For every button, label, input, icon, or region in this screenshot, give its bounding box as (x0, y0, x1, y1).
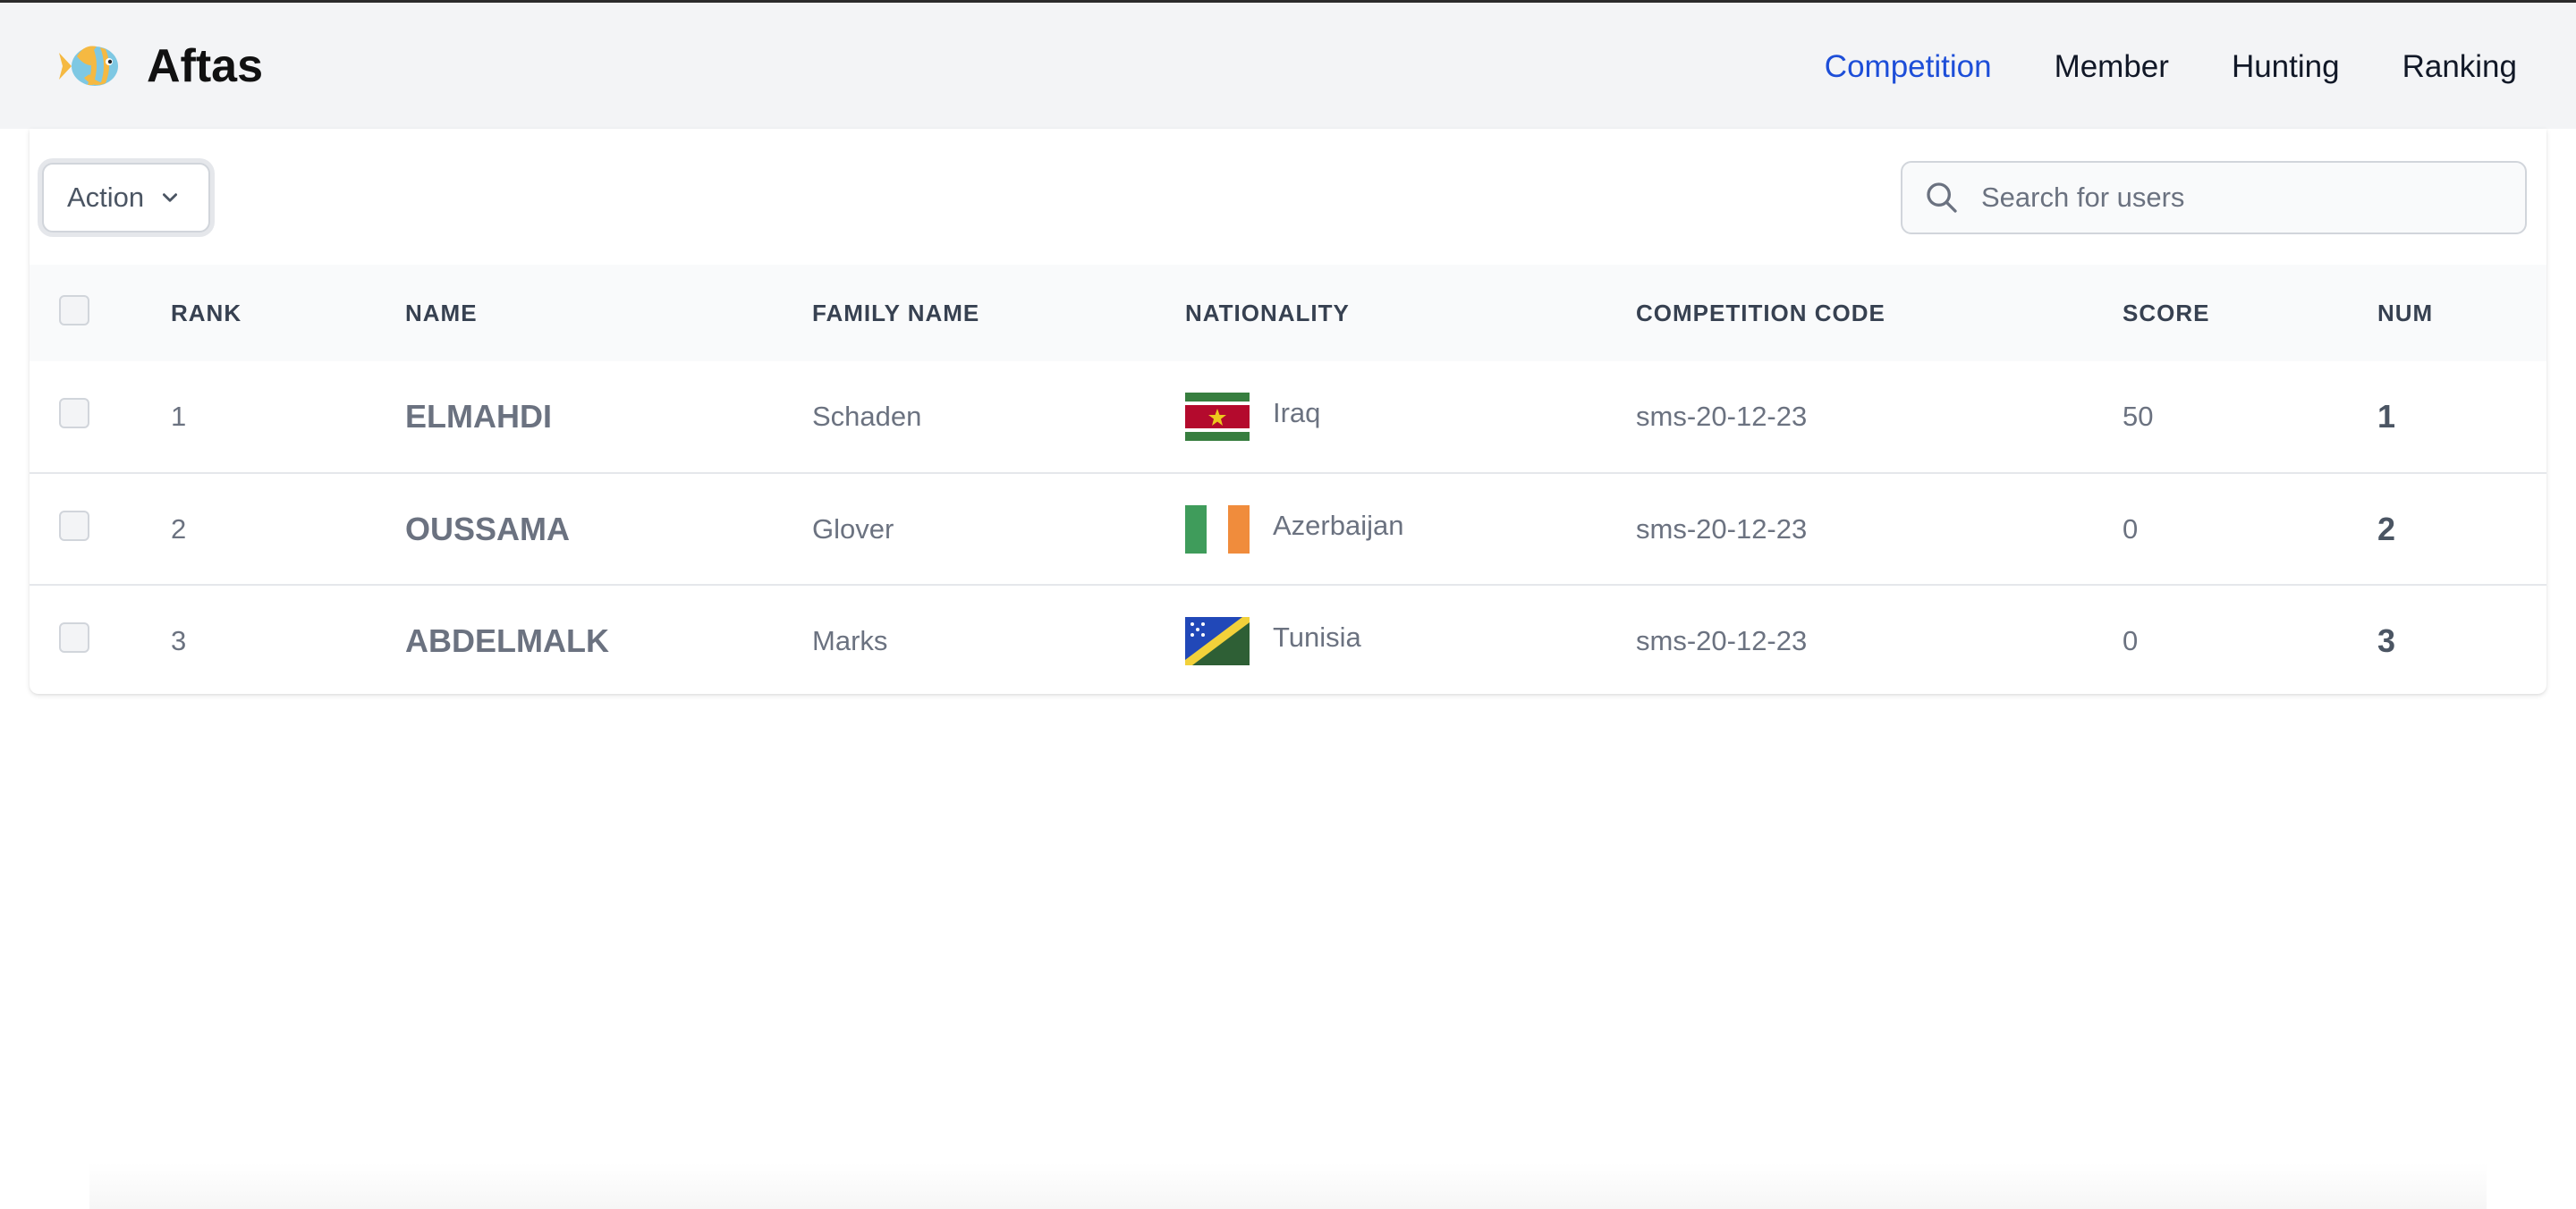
row-select-cell (30, 361, 171, 473)
search-input[interactable] (1981, 182, 2482, 214)
chevron-down-icon (163, 193, 178, 202)
nav-hunting[interactable]: Hunting (2232, 49, 2340, 85)
family-name-cell: Glover (812, 512, 894, 545)
select-all-cell (30, 265, 171, 361)
search-box (1901, 161, 2527, 234)
row-checkbox[interactable] (59, 398, 89, 428)
num-cell: 1 (2377, 398, 2396, 435)
row-select-cell (30, 585, 171, 697)
competition-code-cell: sms-20-12-23 (1636, 625, 1808, 656)
ranking-table-card: Action Rank Name Family Name Nationality… (30, 129, 2546, 694)
nationality-cell: Iraq (1185, 361, 1636, 473)
header-nationality[interactable]: Nationality (1185, 265, 1636, 361)
row-checkbox[interactable] (59, 622, 89, 653)
name-cell: OUSSAMA (405, 510, 571, 547)
action-label: Action (67, 182, 145, 213)
action-dropdown-button[interactable]: Action (42, 163, 210, 232)
nationality-cell: Tunisia (1185, 585, 1636, 697)
num-cell: 2 (2377, 510, 2396, 547)
row-checkbox[interactable] (59, 510, 89, 541)
competition-code-cell: sms-20-12-23 (1636, 512, 1808, 545)
suriname-like-flag-icon (1185, 393, 1250, 441)
score-cell: 0 (2123, 512, 2139, 545)
header-competition-code[interactable]: Competition Code (1636, 265, 2123, 361)
table-header-row: Rank Name Family Name Nationality Compet… (30, 265, 2546, 361)
table-row[interactable]: 2 OUSSAMA Glover Azerbaijan sms-20-12-23… (30, 473, 2546, 585)
ireland-like-flag-icon (1185, 504, 1250, 554)
family-name-cell: Marks (812, 625, 888, 656)
header-family-name[interactable]: Family Name (812, 265, 1185, 361)
nationality-cell: Azerbaijan (1185, 473, 1636, 585)
header-num[interactable]: Num (2377, 265, 2546, 361)
navbar: Aftas Competition Member Hunting Ranking (0, 3, 2576, 129)
table-toolbar: Action (30, 129, 2546, 265)
rank-cell: 2 (171, 512, 187, 545)
name-cell: ABDELMALK (405, 622, 609, 659)
header-score[interactable]: Score (2123, 265, 2377, 361)
main-nav: Competition Member Hunting Ranking (1825, 49, 2517, 85)
select-all-checkbox[interactable] (59, 294, 89, 326)
nationality-label: Tunisia (1273, 621, 1361, 653)
nav-member[interactable]: Member (2055, 49, 2169, 85)
rank-cell: 3 (171, 625, 187, 656)
competition-code-cell: sms-20-12-23 (1636, 401, 1808, 432)
score-cell: 50 (2123, 401, 2154, 432)
fish-icon (59, 46, 118, 86)
search-icon (1927, 182, 1957, 213)
nav-competition[interactable]: Competition (1825, 49, 1992, 85)
header-rank[interactable]: Rank (171, 265, 405, 361)
num-cell: 3 (2377, 622, 2396, 659)
bottom-shadow (89, 1162, 2487, 1209)
nationality-label: Azerbaijan (1273, 509, 1404, 541)
header-name[interactable]: Name (405, 265, 812, 361)
row-select-cell (30, 473, 171, 585)
brand[interactable]: Aftas (57, 38, 263, 94)
nationality-label: Iraq (1273, 397, 1321, 428)
rank-cell: 1 (171, 401, 187, 432)
table-row[interactable]: 3 ABDELMALK Marks Tunisia sms-20-12-23 0… (30, 585, 2546, 697)
solomon-islands-like-flag-icon (1185, 617, 1250, 665)
name-cell: ELMAHDI (405, 398, 552, 435)
family-name-cell: Schaden (812, 401, 922, 432)
table-row[interactable]: 1 ELMAHDI Schaden Iraq sms-20-12-23 50 1 (30, 361, 2546, 473)
nav-ranking[interactable]: Ranking (2402, 49, 2517, 85)
brand-name: Aftas (147, 40, 264, 92)
ranking-table: Rank Name Family Name Nationality Compet… (30, 265, 2546, 697)
score-cell: 0 (2123, 625, 2139, 656)
